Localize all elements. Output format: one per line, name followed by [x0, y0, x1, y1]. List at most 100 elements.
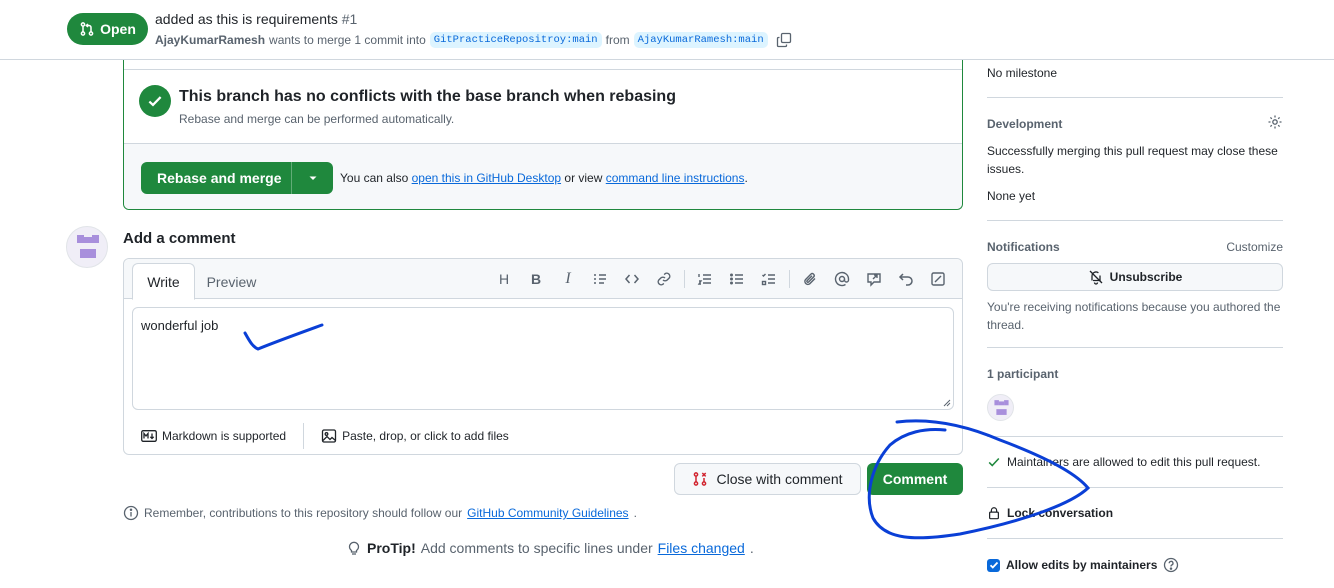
merge-box: This branch has no conflicts with the ba… — [123, 60, 963, 210]
open-in-desktop-link[interactable]: open this in GitHub Desktop — [412, 171, 561, 185]
image-icon — [321, 429, 337, 443]
undo-icon[interactable] — [890, 267, 922, 291]
lock-icon — [989, 507, 999, 520]
files-changed-link[interactable]: Files changed — [658, 540, 745, 556]
customize-link[interactable]: Customize — [1226, 240, 1283, 254]
attach-note-text: Paste, drop, or click to add files — [342, 429, 509, 443]
allow-edits-row: Allow edits by maintainers — [987, 557, 1179, 573]
tab-preview[interactable]: Preview — [204, 263, 259, 300]
markdown-toolbar: H B I — [488, 267, 954, 291]
sidebar-divider — [987, 436, 1283, 437]
protip-suffix: . — [749, 540, 754, 556]
gear-icon[interactable] — [1267, 114, 1283, 130]
resize-handle-icon[interactable] — [943, 399, 951, 407]
link-icon[interactable] — [648, 267, 680, 291]
copy-icon[interactable] — [776, 32, 792, 48]
pr-sidebar: No milestone Development Successfully me… — [987, 60, 1283, 588]
pr-title: added as this is requirements #1 — [155, 11, 357, 27]
maintainers-note-text: Maintainers are allowed to edit this pul… — [1007, 455, 1261, 469]
markdown-note-text: Markdown is supported — [162, 429, 287, 443]
markdown-icon — [141, 430, 157, 442]
cross-reference-icon[interactable] — [858, 267, 890, 291]
from-text: from — [605, 33, 630, 47]
base-branch[interactable]: GitPracticeRepositroy:main — [429, 32, 602, 48]
numbered-list-icon[interactable] — [689, 267, 721, 291]
check-icon — [989, 561, 998, 569]
merge-alt-middle: or view — [564, 171, 603, 185]
lock-conversation-label: Lock conversation — [1007, 506, 1114, 520]
triangle-down-icon — [309, 176, 316, 180]
mention-icon[interactable] — [826, 267, 858, 291]
attach-files-area[interactable]: Paste, drop, or click to add files — [304, 428, 526, 444]
avatar[interactable] — [66, 226, 108, 268]
maintainers-note: Maintainers are allowed to edit this pul… — [987, 455, 1260, 469]
head-branch[interactable]: AjayKumarRamesh:main — [633, 32, 768, 48]
quote-icon[interactable] — [584, 267, 616, 291]
task-list-icon[interactable] — [753, 267, 785, 291]
git-pull-request-closed-icon — [694, 472, 707, 486]
info-icon — [123, 505, 139, 521]
light-bulb-icon — [348, 541, 360, 555]
markdown-support-note[interactable]: Markdown is supported — [124, 429, 303, 443]
composer-footer: Markdown is supported Paste, drop, or cl… — [124, 417, 962, 455]
bold-icon[interactable]: B — [520, 267, 552, 291]
development-none: None yet — [987, 189, 1036, 203]
milestone-value: No milestone — [987, 66, 1058, 80]
identicon-icon — [77, 235, 99, 258]
toolbar-separator — [684, 270, 685, 288]
toolbar-separator — [789, 270, 790, 288]
pr-number: #1 — [341, 11, 358, 27]
rebase-merge-button-group: Rebase and merge — [141, 162, 333, 194]
check-icon — [988, 457, 1000, 467]
close-with-comment-button[interactable]: Close with comment — [674, 463, 861, 495]
allow-edits-checkbox[interactable] — [987, 558, 1000, 572]
sidebar-divider — [987, 347, 1283, 348]
protip-text: Add comments to specific lines under — [420, 540, 653, 556]
protip: ProTip! Add comments to specific lines u… — [346, 540, 754, 556]
merge-status-icon — [139, 85, 171, 117]
rebase-and-merge-button[interactable]: Rebase and merge — [141, 170, 291, 186]
code-icon[interactable] — [616, 267, 648, 291]
heading-icon[interactable]: H — [488, 267, 520, 291]
lock-conversation-link[interactable]: Lock conversation — [987, 506, 1113, 520]
notifications-heading: Notifications — [987, 240, 1060, 254]
unordered-list-icon[interactable] — [721, 267, 753, 291]
pr-author[interactable]: AjayKumarRamesh — [155, 33, 265, 47]
merge-alternatives: You can also open this in GitHub Desktop… — [340, 171, 748, 185]
question-icon[interactable] — [1163, 557, 1179, 573]
guidelines-note: Remember, contributions to this reposito… — [123, 505, 637, 521]
pr-state-badge: Open — [67, 13, 148, 45]
notification-reason: You're receiving notifications because y… — [987, 300, 1281, 332]
add-comment-heading: Add a comment — [123, 230, 236, 247]
participant-avatar[interactable] — [987, 394, 1014, 421]
unsubscribe-label: Unsubscribe — [1109, 270, 1183, 284]
merge-method-dropdown[interactable] — [291, 162, 333, 194]
pr-sticky-header: Open added as this is requirements #1 Aj… — [0, 0, 1334, 60]
participants-heading: 1 participant — [987, 367, 1059, 381]
git-pull-request-icon — [80, 22, 94, 36]
merge-box-divider — [124, 69, 962, 70]
guidelines-suffix: . — [633, 506, 637, 520]
pr-merge-text: wants to merge 1 commit into — [269, 33, 426, 47]
merge-status-heading: This branch has no conflicts with the ba… — [179, 88, 676, 105]
comment-button[interactable]: Comment — [867, 463, 963, 495]
command-line-instructions-link[interactable]: command line instructions — [606, 171, 745, 185]
sidebar-divider — [987, 538, 1283, 539]
comment-text-value: wonderful job — [141, 318, 219, 333]
merge-actions: Rebase and merge You can also open this … — [124, 143, 962, 209]
italic-icon[interactable]: I — [552, 267, 584, 291]
sidebar-divider — [987, 220, 1283, 221]
protip-label: ProTip! — [367, 540, 416, 556]
unsubscribe-button[interactable]: Unsubscribe — [987, 263, 1283, 291]
bell-slash-icon — [1089, 270, 1103, 285]
close-with-comment-label: Close with comment — [716, 471, 843, 487]
development-heading[interactable]: Development — [987, 117, 1062, 131]
check-icon — [148, 96, 162, 107]
attach-icon[interactable] — [794, 267, 826, 291]
tab-write[interactable]: Write — [132, 263, 195, 300]
development-text: Successfully merging this pull request m… — [987, 144, 1278, 176]
fullscreen-icon[interactable] — [922, 267, 954, 291]
comment-textarea[interactable]: wonderful job — [132, 307, 954, 410]
composer-tabs: Write Preview H B I — [124, 259, 962, 300]
community-guidelines-link[interactable]: GitHub Community Guidelines — [467, 506, 628, 520]
